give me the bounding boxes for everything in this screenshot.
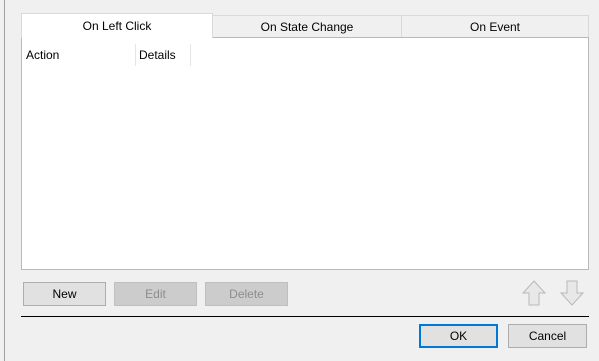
arrow-up-icon[interactable] <box>521 279 547 307</box>
column-header-action[interactable]: Action <box>23 44 136 66</box>
ok-button[interactable]: OK <box>419 324 498 348</box>
cancel-button[interactable]: Cancel <box>508 324 587 348</box>
tab-label: On State Change <box>260 19 354 34</box>
tab-on-state-change[interactable]: On State Change <box>212 15 402 37</box>
delete-button[interactable]: Delete <box>205 282 288 306</box>
tab-on-left-click[interactable]: On Left Click <box>21 13 213 38</box>
trigger-tabs: On Left Click On State Change On Event <box>21 13 589 38</box>
tab-label: On Left Click <box>82 19 152 33</box>
column-header-label: Action <box>26 48 60 62</box>
column-header-label: Details <box>139 48 176 62</box>
column-header-details[interactable]: Details <box>136 44 191 66</box>
arrow-down-icon[interactable] <box>559 279 585 307</box>
list-header: Action Details <box>23 44 243 66</box>
window-left-edge <box>4 0 5 361</box>
edit-button[interactable]: Edit <box>114 282 197 306</box>
new-button[interactable]: New <box>23 282 106 306</box>
tab-label: On Event <box>469 19 521 34</box>
actions-list[interactable]: Action Details <box>21 37 589 270</box>
tab-on-event[interactable]: On Event <box>401 15 589 37</box>
button-separator <box>21 316 589 317</box>
